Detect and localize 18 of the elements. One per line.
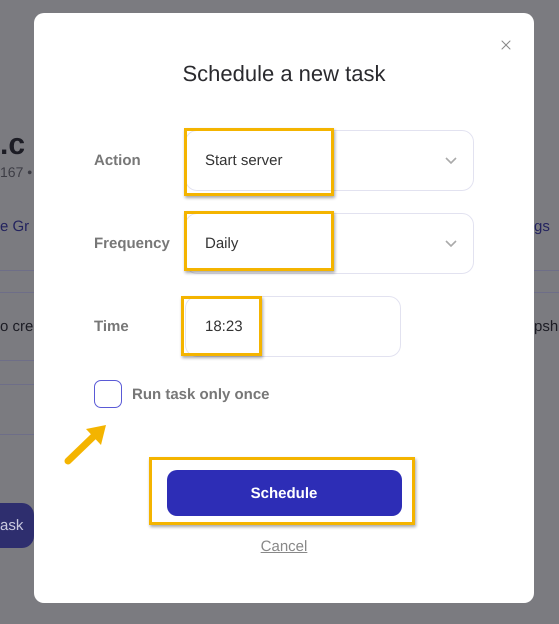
row-text: o cre	[0, 317, 34, 337]
page-heading: .c	[0, 128, 26, 162]
cancel-link[interactable]: Cancel	[260, 537, 308, 557]
schedule-button[interactable]: Schedule	[166, 470, 402, 516]
field-label: Frequency	[94, 234, 171, 254]
row-text: psh	[534, 317, 559, 337]
select-field[interactable]: Daily	[185, 213, 474, 274]
field-label: Action	[94, 150, 142, 170]
time-field[interactable]: 18:23	[185, 296, 401, 357]
page-meta: 167 •	[0, 163, 34, 182]
dialog-title: Schedule a new task	[181, 60, 387, 88]
checkbox[interactable]	[94, 380, 122, 408]
field-label: Time	[94, 316, 130, 336]
checkbox-label: Run task only once	[132, 386, 270, 402]
page-button[interactable]: ask	[0, 503, 34, 548]
chevron-icon	[445, 157, 457, 164]
select-field[interactable]: Start server	[185, 130, 474, 191]
chevron-icon	[445, 240, 457, 247]
